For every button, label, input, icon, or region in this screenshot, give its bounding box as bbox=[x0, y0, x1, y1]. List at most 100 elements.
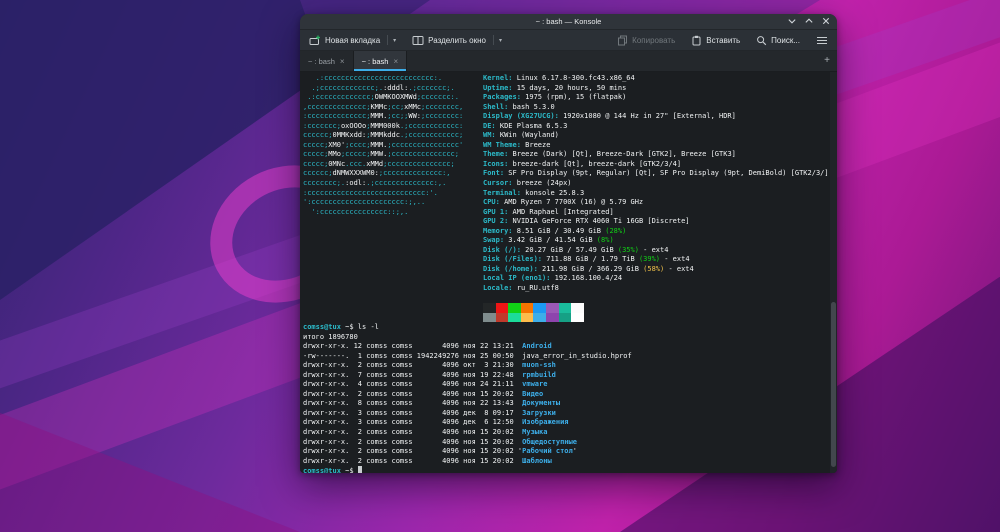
terminal-line: :ccccccc;oxOOOo;MMM000k.;cccccccccccc: bbox=[303, 121, 464, 130]
terminal-line: Terminal: konsole 25.8.3 bbox=[483, 188, 585, 197]
scrollbar-thumb[interactable] bbox=[831, 301, 836, 467]
terminal-line: GPU 1: AMD Raphael [Integrated] bbox=[483, 207, 614, 216]
palette-swatch bbox=[508, 303, 521, 313]
terminal-line: drwxr-xr-x. 2 comss comss 4096 ноя 15 20… bbox=[303, 428, 548, 437]
terminal-line: WM: KWin (Wayland) bbox=[483, 131, 559, 140]
close-button[interactable] bbox=[821, 16, 831, 26]
tab-close-icon[interactable]: × bbox=[340, 57, 345, 66]
terminal-line: ':cccccccccccccccccccccc:;,.. bbox=[303, 198, 426, 207]
terminal-line: drwxr-xr-x. 7 comss comss 4096 ноя 19 22… bbox=[303, 370, 556, 379]
split-window-icon bbox=[412, 35, 424, 46]
tab-label: ~ : bash bbox=[308, 56, 335, 66]
terminal-line: Memory: 8.51 GiB / 30.49 GiB (28%) bbox=[483, 226, 627, 235]
palette-swatch bbox=[533, 312, 546, 323]
paste-icon bbox=[691, 35, 702, 46]
terminal-line: :cccccccccccccc;MMM.;cc;;WW:;cccccccc: bbox=[303, 112, 464, 121]
terminal-line: drwxr-xr-x. 12 comss comss 4096 ноя 22 1… bbox=[303, 342, 552, 351]
palette-swatch bbox=[483, 303, 496, 313]
terminal-line: Disk (/): 20.27 GiB / 57.49 GiB (35%) - … bbox=[483, 245, 669, 254]
terminal-line: ,cccccccccccccc;KMMc;cc;xMMc;cccccccc, bbox=[303, 102, 464, 111]
terminal-line: GPU 2: NVIDIA GeForce RTX 4060 Ti 16GB [… bbox=[483, 217, 690, 226]
terminal-line: ccccc;XM0';cccc;MMM.;cccccccccccccccc' bbox=[303, 140, 464, 149]
konsole-window: ~ : bash — Konsole Новая вкладка ▾ Разде… bbox=[300, 14, 837, 473]
terminal-line: drwxr-xr-x. 2 comss comss 4096 ноя 15 20… bbox=[303, 456, 552, 465]
paste-label: Вставить bbox=[706, 35, 741, 45]
terminal-line: Kernel: Linux 6.17.8-300.fc43.x86_64 bbox=[483, 74, 635, 82]
palette-swatch bbox=[495, 312, 509, 323]
terminal-line: comss@tux ~$ ls -l bbox=[303, 323, 379, 331]
terminal-scrollbar[interactable] bbox=[830, 72, 837, 473]
minimize-button[interactable] bbox=[787, 16, 797, 26]
tab-bash-2[interactable]: ~ : bash × bbox=[353, 51, 408, 71]
palette-swatch bbox=[545, 312, 559, 323]
main-toolbar: Новая вкладка ▾ Разделить окно ▾ Копиров… bbox=[300, 30, 837, 51]
new-tab-button[interactable]: Новая вкладка ▾ bbox=[306, 33, 399, 48]
terminal-line: Icons: breeze-dark [Qt], breeze-dark [GT… bbox=[483, 159, 682, 168]
palette-swatch bbox=[571, 312, 584, 323]
tab-close-icon[interactable]: × bbox=[393, 57, 398, 66]
terminal-line: ccccc;0MNc.ccc.xMMd;ccccccccccccccc; bbox=[303, 159, 455, 168]
terminal-line: Disk (/home): 211.98 GiB / 366.29 GiB (5… bbox=[483, 264, 694, 273]
terminal-area[interactable]: .:cccccccccccccccccccccccccc:. .;ccccccc… bbox=[300, 72, 837, 473]
tab-bar-new-tab-button[interactable]: + bbox=[817, 51, 837, 71]
terminal-line: drwxr-xr-x. 2 comss comss 4096 ноя 15 20… bbox=[303, 447, 577, 456]
palette-swatch bbox=[495, 303, 509, 313]
shell-output: comss@tux ~$ ls -l итого 1896780 drwxr-xr-… bbox=[303, 323, 632, 473]
window-title: ~ : bash — Konsole bbox=[535, 17, 602, 26]
search-button[interactable]: Поиск... bbox=[753, 33, 803, 48]
copy-button[interactable]: Копировать bbox=[614, 33, 678, 48]
terminal-line bbox=[483, 303, 831, 313]
terminal-line: CPU: AMD Ryzen 7 7700X (16) @ 5.79 GHz bbox=[483, 198, 644, 207]
terminal-line: -rw-------. 1 comss comss 1942249276 ноя… bbox=[303, 351, 632, 360]
fastfetch-ascii-logo: .:cccccccccccccccccccccccccc:. .;ccccccc… bbox=[303, 74, 463, 217]
terminal-line: Uptime: 15 days, 20 hours, 50 mins bbox=[483, 83, 627, 92]
terminal-line: .:ccccccccccccc;OWMKOOXMWd;ccccccc:. bbox=[303, 93, 459, 102]
terminal-line: Swap: 3.42 GiB / 41.54 GiB (8%) bbox=[483, 236, 614, 245]
terminal-line: .:cccccccccccccccccccccccccc:. bbox=[303, 74, 443, 82]
hamburger-menu-button[interactable] bbox=[813, 33, 831, 48]
palette-swatch bbox=[545, 303, 559, 313]
divider bbox=[492, 35, 494, 45]
terminal-line: Cursor: breeze (24px) bbox=[483, 179, 572, 188]
terminal-line: drwxr-xr-x. 4 comss comss 4096 ноя 24 21… bbox=[303, 380, 548, 389]
palette-swatch bbox=[520, 303, 534, 313]
divider bbox=[387, 35, 389, 45]
terminal-line: ':cccccccccccccccc::;,. bbox=[303, 207, 409, 216]
paste-button[interactable]: Вставить bbox=[688, 33, 743, 48]
new-tab-label: Новая вкладка bbox=[325, 35, 381, 45]
terminal-line: Packages: 1975 (rpm), 15 (flatpak) bbox=[483, 93, 627, 102]
tab-bar-spacer bbox=[407, 51, 817, 71]
terminal-line: Disk (/Files): 711.88 GiB / 1.79 TiB (39… bbox=[483, 255, 690, 264]
tab-bar: ~ : bash × ~ : bash × + bbox=[300, 51, 837, 72]
terminal-line: drwxr-xr-x. 3 comss comss 4096 дек 8 09:… bbox=[303, 408, 556, 417]
palette-swatch bbox=[558, 303, 572, 313]
palette-swatch bbox=[533, 303, 546, 313]
copy-icon bbox=[617, 35, 628, 46]
tab-bash-1[interactable]: ~ : bash × bbox=[300, 51, 354, 71]
terminal-line: ccccc;MMo;ccccc;MMW.;ccccccccccccccc; bbox=[303, 150, 459, 159]
palette-swatch bbox=[571, 303, 584, 313]
hamburger-icon bbox=[816, 35, 828, 46]
terminal-line: Theme: Breeze (Dark) [Qt], Breeze-Dark [… bbox=[483, 150, 736, 159]
chevron-down-icon[interactable]: ▾ bbox=[393, 37, 396, 44]
terminal-line: Font: SF Pro Display (9pt, Regular) [Qt]… bbox=[483, 169, 829, 178]
split-window-label: Разделить окно bbox=[428, 35, 486, 45]
search-icon bbox=[756, 35, 767, 46]
maximize-button[interactable] bbox=[804, 16, 814, 26]
terminal-line bbox=[483, 312, 831, 323]
terminal-line: WM Theme: Breeze bbox=[483, 140, 551, 149]
terminal-line: drwxr-xr-x. 8 comss comss 4096 ноя 22 13… bbox=[303, 399, 561, 408]
window-titlebar[interactable]: ~ : bash — Konsole bbox=[300, 14, 837, 30]
chevron-down-icon[interactable]: ▾ bbox=[499, 37, 502, 44]
split-window-button[interactable]: Разделить окно ▾ bbox=[409, 33, 505, 48]
terminal-line: drwxr-xr-x. 2 comss comss 4096 ноя 15 20… bbox=[303, 389, 544, 398]
new-tab-icon bbox=[309, 35, 321, 46]
palette-swatch bbox=[508, 312, 521, 323]
palette-swatch bbox=[483, 312, 496, 323]
terminal-line: Locale: ru_RU.utf8 bbox=[483, 284, 559, 293]
terminal-line: cccccc;0MMKxdd:;MMMkddc.;cccccccccccc; bbox=[303, 131, 464, 140]
terminal-line: Shell: bash 5.3.0 bbox=[483, 102, 555, 111]
search-label: Поиск... bbox=[771, 35, 800, 45]
terminal-line: drwxr-xr-x. 2 comss comss 4096 окт 3 21:… bbox=[303, 361, 556, 370]
